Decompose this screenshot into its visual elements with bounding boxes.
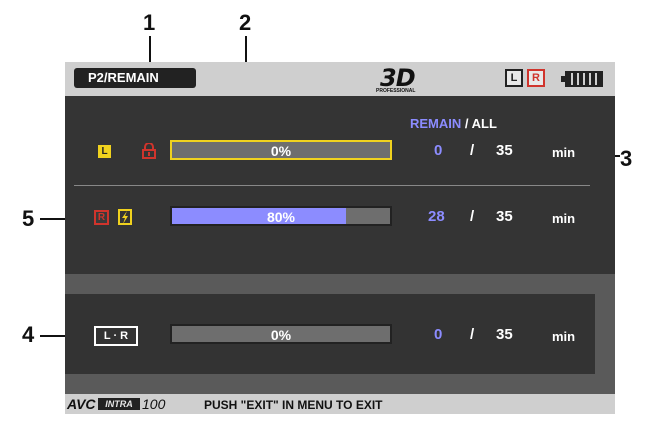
l-remain-value: 0: [434, 142, 443, 159]
r-unit: min: [552, 211, 576, 226]
callout-3: 3: [620, 146, 633, 171]
page-title: P2/REMAIN: [74, 68, 196, 88]
avc-logo: AVC: [67, 396, 96, 412]
r-all-value: 35: [496, 208, 513, 225]
lr-capacity-bar: 0%: [170, 324, 392, 344]
all-header-label: ALL: [471, 116, 497, 131]
lr-chip: L · R: [94, 326, 138, 346]
r-capacity-percent: 80%: [266, 209, 296, 225]
remain-header-label: REMAIN: [410, 116, 462, 131]
l-slash: /: [470, 142, 475, 159]
indicator-r: R: [527, 69, 545, 87]
logo-3d-sub: PROFESSIONAL: [376, 88, 416, 94]
l-capacity-percent: 0%: [270, 143, 292, 159]
callout-4: 4: [22, 322, 35, 347]
callout-5: 5: [22, 206, 35, 231]
callout-1: 1: [143, 10, 156, 35]
indicator-l: L: [505, 69, 523, 87]
lr-remain-value: 0: [434, 326, 443, 343]
lock-icon: [142, 142, 156, 164]
lr-all-value: 35: [496, 326, 513, 343]
avc-100-label: 100: [142, 396, 166, 412]
r-remain-value: 28: [428, 208, 445, 225]
r-slash: /: [470, 208, 475, 225]
lr-capacity-percent: 0%: [270, 327, 292, 343]
callout-2: 2: [239, 10, 252, 35]
remain-header: REMAIN / ALL: [410, 116, 497, 131]
lr-unit: min: [552, 329, 576, 344]
l-capacity-bar: 0%: [170, 140, 392, 160]
lr-slash: /: [470, 326, 475, 343]
intra-logo: INTRA: [98, 398, 140, 410]
warning-icon: [118, 209, 132, 230]
l-chip: L: [98, 145, 111, 158]
l-unit: min: [552, 145, 576, 160]
r-capacity-bar: 80%: [170, 206, 392, 226]
header-slash: /: [461, 116, 472, 131]
l-all-value: 35: [496, 142, 513, 159]
row-divider: [74, 185, 590, 186]
battery-icon: [561, 71, 603, 87]
r-chip: R: [94, 210, 109, 225]
exit-instruction: PUSH "EXIT" IN MENU TO EXIT: [204, 398, 383, 412]
